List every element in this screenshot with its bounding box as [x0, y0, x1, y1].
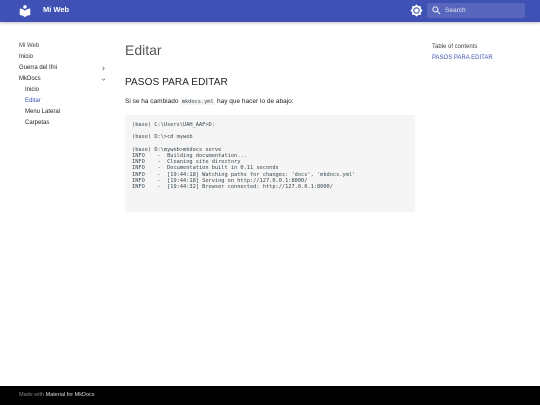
- page-title: Editar: [125, 42, 162, 58]
- nav-item-menu-lateral[interactable]: Menu Lateral: [19, 107, 109, 118]
- search-icon: [432, 6, 441, 15]
- table-of-contents: Table of contents PASOS PARA EDITAR: [432, 42, 532, 64]
- toc-title: Table of contents: [432, 44, 478, 50]
- section-heading: PASOS PARA EDITAR: [125, 77, 228, 88]
- nav-item-carpetas[interactable]: Carpetas: [19, 118, 109, 129]
- nav-title-label: Mi Web: [19, 43, 40, 49]
- nav-item-editar[interactable]: Editar: [19, 96, 109, 107]
- toc-link-pasos-para-editar[interactable]: PASOS PARA EDITAR: [432, 53, 532, 64]
- search-box[interactable]: [427, 3, 525, 18]
- nav-item-mkdocs-inicio[interactable]: Inicio: [19, 85, 109, 96]
- instruction-paragraph: Si se ha cambiado mkdocs.yml hay que hac…: [125, 98, 294, 105]
- site-title[interactable]: Mi Web: [43, 5, 69, 14]
- footer: Made with Material for MkDocs: [0, 386, 540, 405]
- paragraph-text-before: Si se ha cambiado: [125, 98, 181, 105]
- code-block[interactable]: (base) C:\Users\UAH_AAF>D: (base) D:\>cd…: [125, 115, 415, 212]
- nav-item-label: Guerra del Ifni: [19, 65, 58, 71]
- nav-item-label: Carpetas: [25, 120, 50, 126]
- nav-item-label: Editar: [25, 98, 41, 104]
- main-content: Editar PASOS PARA EDITAR Si se ha cambia…: [125, 40, 415, 212]
- chevron-right-icon[interactable]: [100, 65, 107, 72]
- nav-item-label: Inicio: [25, 87, 40, 93]
- search-input[interactable]: [445, 3, 523, 18]
- nav-title[interactable]: Mi Web: [19, 41, 109, 52]
- nav-item-label: Inicio: [19, 54, 34, 60]
- paragraph-text-after: hay que hacer lo de abajo:: [215, 98, 294, 105]
- footer-credit: Made with Material for MkDocs: [19, 392, 95, 398]
- code-line: INFO - [19:44:32] Browser connected: htt…: [132, 183, 333, 190]
- header-bar: Mi Web: [0, 0, 540, 22]
- footer-link-material[interactable]: Material for MkDocs: [46, 392, 95, 398]
- book-open-icon[interactable]: [18, 4, 32, 18]
- nav-item-mkdocs[interactable]: MkDocs: [19, 74, 109, 85]
- chevron-down-icon[interactable]: [100, 76, 107, 83]
- primary-nav: Mi Web Inicio Guerra del Ifni MkDocs Ini…: [19, 41, 109, 129]
- footer-prefix: Made with: [19, 392, 46, 398]
- brightness-gear-icon[interactable]: [410, 4, 423, 17]
- nav-item-label: Menu Lateral: [25, 109, 61, 115]
- inline-code-mkdocs-yml: mkdocs.yml: [180, 99, 216, 105]
- nav-item-inicio[interactable]: Inicio: [19, 52, 109, 63]
- nav-item-label: MkDocs: [19, 76, 41, 82]
- nav-item-guerra-del-ifni[interactable]: Guerra del Ifni: [19, 63, 109, 74]
